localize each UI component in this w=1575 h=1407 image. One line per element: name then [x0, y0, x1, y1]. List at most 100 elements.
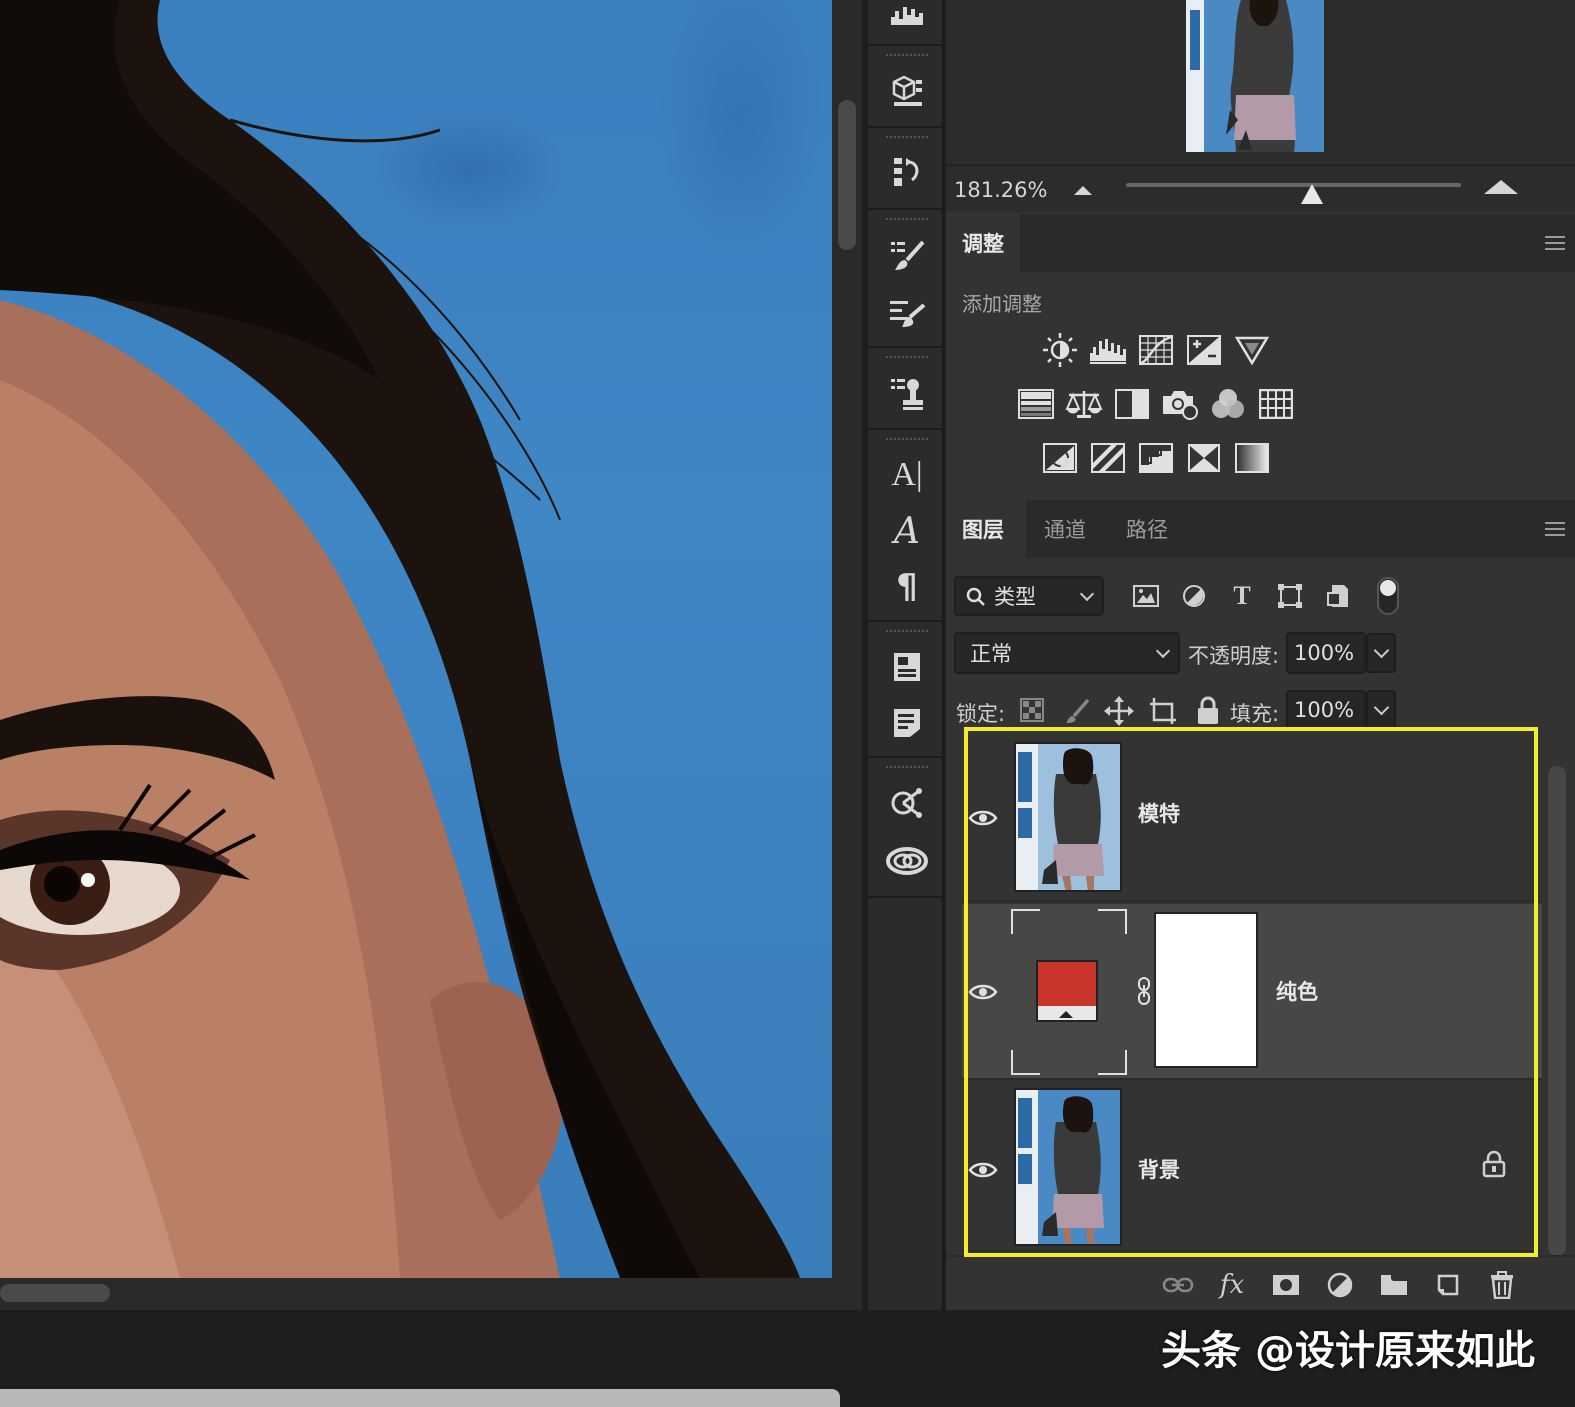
add-adjustment-heading: 添加调整 — [962, 292, 1042, 316]
notes-icon[interactable] — [884, 700, 930, 746]
brushes-icon[interactable] — [884, 290, 930, 336]
brush-settings-icon[interactable] — [884, 232, 930, 278]
gradient-map-icon[interactable] — [1232, 438, 1272, 478]
adjustments-panel: 调整 添加调整 — [946, 214, 1575, 498]
vibrance-icon[interactable] — [1232, 330, 1272, 370]
blend-mode-value: 正常 — [970, 642, 1012, 666]
delete-layer-trash-icon[interactable] — [1484, 1267, 1520, 1303]
filter-smart-objects-icon[interactable] — [1318, 576, 1358, 616]
layers-panel: 图层 通道 路径 类型 T 正常 不透明度: 100% 锁定: 填充: 100%… — [946, 500, 1575, 1310]
fill-dropdown-icon[interactable] — [1366, 690, 1396, 730]
layer-row-solid-color[interactable]: 纯色 — [962, 904, 1542, 1080]
layers-menu-icon[interactable] — [1545, 522, 1565, 536]
document-canvas[interactable] — [0, 0, 832, 1278]
fill-layer-thumbnail-frame[interactable] — [1010, 908, 1128, 1076]
brightness-contrast-icon[interactable] — [1040, 330, 1080, 370]
layer-name[interactable]: 背景 — [1138, 1154, 1180, 1184]
adjustments-menu-icon[interactable] — [1545, 236, 1565, 250]
zoom-out-icon[interactable] — [1074, 186, 1092, 195]
creative-cloud-icon[interactable] — [884, 838, 930, 884]
layers-scrollbar[interactable] — [1548, 766, 1568, 1256]
layer-style-fx-icon[interactable]: fx — [1214, 1267, 1250, 1303]
3d-icon[interactable] — [884, 68, 930, 114]
blend-mode-select[interactable]: 正常 — [954, 632, 1180, 674]
visibility-eye-icon[interactable] — [968, 982, 998, 1002]
new-group-folder-icon[interactable] — [1376, 1267, 1412, 1303]
zoom-slider-thumb[interactable] — [1301, 184, 1323, 204]
opacity-dropdown-icon[interactable] — [1366, 633, 1396, 673]
link-layers-icon[interactable] — [1160, 1267, 1196, 1303]
photo-filter-icon[interactable] — [1160, 384, 1200, 424]
canvas-horizontal-scrollbar[interactable] — [0, 1278, 862, 1310]
clone-source-icon[interactable] — [884, 370, 930, 416]
fill-color-swatch[interactable] — [1036, 960, 1098, 1022]
levels-icon[interactable] — [1088, 330, 1128, 370]
layer-row-background[interactable]: 背景 — [962, 1082, 1542, 1252]
new-layer-icon[interactable] — [1430, 1267, 1466, 1303]
character-styles-icon[interactable]: A — [884, 508, 930, 554]
adjustments-tabbar: 调整 — [946, 214, 1575, 272]
visibility-eye-icon[interactable] — [968, 1160, 998, 1180]
fill-input[interactable]: 100% — [1286, 690, 1366, 730]
right-panels: 181.26% 调整 添加调整 图层 通道 路径 类型 T 正常 不透明度: 1… — [946, 0, 1575, 1310]
tab-adjustments[interactable]: 调整 — [946, 214, 1020, 272]
selective-color-icon[interactable] — [1184, 438, 1224, 478]
mask-link-icon[interactable] — [1136, 976, 1152, 1006]
hue-saturation-icon[interactable] — [1016, 384, 1056, 424]
color-balance-icon[interactable] — [1064, 384, 1104, 424]
layers-tabbar: 图层 通道 路径 — [946, 500, 1575, 558]
layer-mask-thumbnail[interactable] — [1154, 912, 1258, 1068]
threshold-icon[interactable] — [1136, 438, 1176, 478]
layer-row-model[interactable]: 模特 — [962, 738, 1542, 902]
add-mask-icon[interactable] — [1268, 1267, 1304, 1303]
invert-icon[interactable] — [1040, 438, 1080, 478]
filter-type-layers-icon[interactable]: T — [1222, 576, 1262, 616]
layer-filter-kind-select[interactable]: 类型 — [954, 576, 1104, 616]
layer-thumbnail — [1014, 742, 1122, 892]
layers-bottom-toolbar: fx — [946, 1255, 1575, 1310]
filter-pixel-layers-icon[interactable] — [1126, 576, 1166, 616]
zoom-value[interactable]: 181.26% — [954, 178, 1047, 202]
photoshop-window: A| A ¶ 181.26% 调整 添加调整 图层 通道 路径 类型 T 正常 … — [0, 0, 1575, 1407]
visibility-eye-icon[interactable] — [968, 808, 998, 828]
lock-position-icon[interactable] — [1104, 696, 1134, 726]
layers-scroll-thumb[interactable] — [1548, 766, 1566, 1256]
exposure-icon[interactable] — [1184, 330, 1224, 370]
lock-all-icon[interactable] — [1196, 696, 1220, 726]
fill-label: 填充: — [1230, 702, 1280, 726]
tab-layers[interactable]: 图层 — [946, 500, 1026, 558]
black-white-icon[interactable] — [1112, 384, 1152, 424]
new-adjustment-layer-icon[interactable] — [1322, 1267, 1358, 1303]
curves-icon[interactable] — [1136, 330, 1176, 370]
tab-paths[interactable]: 路径 — [1110, 500, 1184, 558]
history-icon[interactable] — [884, 150, 930, 196]
search-icon — [966, 587, 985, 606]
paragraph-icon[interactable]: ¶ — [884, 564, 930, 610]
zoom-slider-track[interactable] — [1126, 183, 1461, 187]
histogram-icon[interactable] — [884, 0, 930, 38]
properties-icon[interactable] — [884, 644, 930, 690]
filter-adjustment-layers-icon[interactable] — [1174, 576, 1214, 616]
color-lookup-icon[interactable] — [1256, 384, 1296, 424]
layer-thumbnail — [1014, 1088, 1122, 1246]
filter-toggle-switch[interactable] — [1368, 576, 1408, 616]
zoom-in-icon[interactable] — [1484, 180, 1518, 194]
navigator-thumbnail[interactable] — [1186, 0, 1324, 152]
character-icon[interactable]: A| — [884, 452, 930, 498]
watermark-text: 头条 @设计原来如此 — [1161, 1328, 1535, 1374]
posterize-icon[interactable] — [1088, 438, 1128, 478]
lock-artboard-icon[interactable] — [1148, 696, 1178, 726]
canvas-horizontal-scroll-thumb[interactable] — [0, 1284, 110, 1302]
opacity-input[interactable]: 100% — [1286, 632, 1366, 674]
lock-image-pixels-icon[interactable] — [1064, 698, 1090, 724]
layer-lock-icon[interactable] — [1482, 1150, 1506, 1178]
layer-filter-kind-value: 类型 — [994, 585, 1036, 609]
canvas-vertical-scroll-thumb[interactable] — [838, 100, 856, 250]
libraries-share-icon[interactable] — [884, 780, 930, 826]
filter-shape-layers-icon[interactable] — [1270, 576, 1310, 616]
channel-mixer-icon[interactable] — [1208, 384, 1248, 424]
lock-transparent-pixels-icon[interactable] — [1020, 698, 1044, 722]
layer-name[interactable]: 纯色 — [1276, 976, 1318, 1006]
tab-channels[interactable]: 通道 — [1028, 500, 1102, 558]
layer-name[interactable]: 模特 — [1138, 798, 1180, 828]
